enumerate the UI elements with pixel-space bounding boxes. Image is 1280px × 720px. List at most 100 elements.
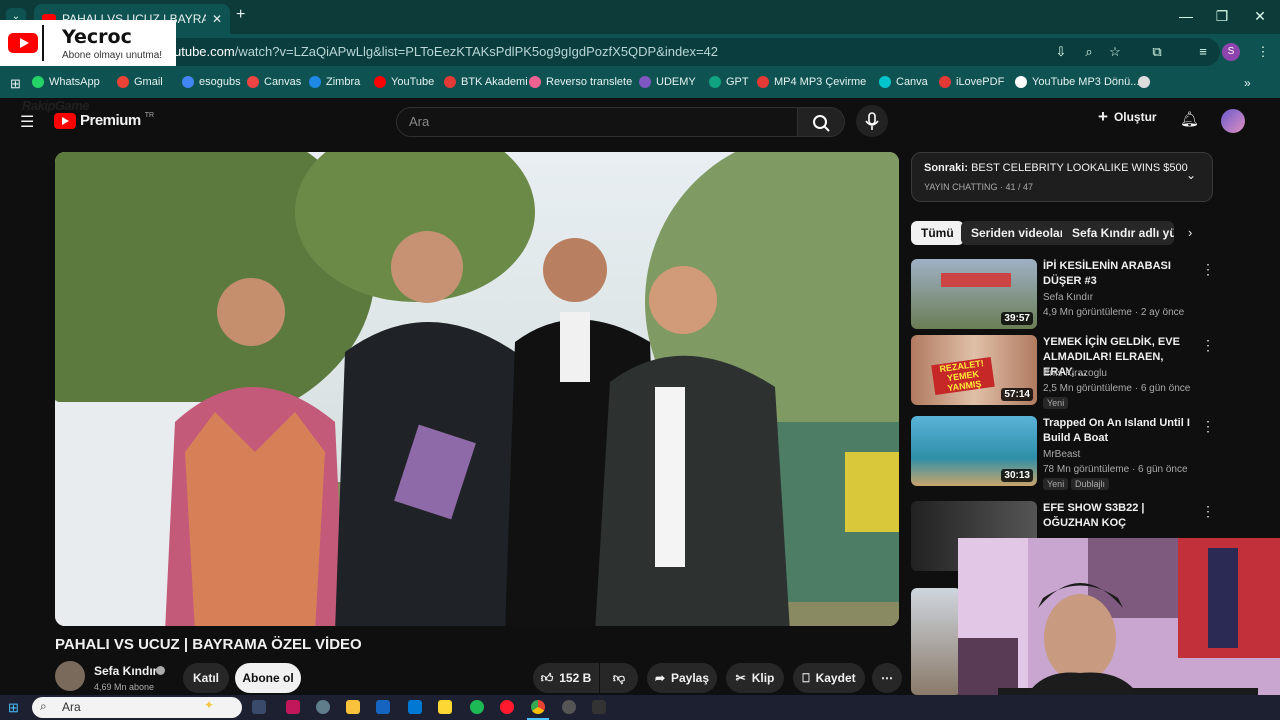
hamburger-menu-icon[interactable]: ☰: [20, 112, 34, 132]
list-item[interactable]: REZALET! YEMEK YANMIŞ 57:14 YEMEK İÇİN G…: [911, 335, 1215, 409]
more-vert-icon[interactable]: ⋮: [1201, 261, 1215, 278]
share-button[interactable]: ➦ Paylaş: [647, 663, 717, 693]
bookmark-item[interactable]: Zimbra: [309, 76, 360, 88]
channel-name[interactable]: Sefa Kındır: [94, 664, 157, 678]
mail-icon[interactable]: [408, 700, 422, 714]
apps-grid-icon[interactable]: ⊞: [10, 76, 21, 92]
close-tab-icon[interactable]: ✕: [212, 12, 222, 26]
list-item[interactable]: 30:13 Trapped On An Island Until I Build…: [911, 416, 1215, 490]
spotify-icon[interactable]: [470, 700, 484, 714]
new-tab-button[interactable]: +: [236, 6, 245, 24]
save-button[interactable]: ⎕ Kaydet: [793, 663, 865, 693]
more-vert-icon[interactable]: ⋮: [1201, 418, 1215, 435]
bookmark-item[interactable]: UDEMY: [639, 76, 696, 88]
bookmark-item[interactable]: Reverso translete: [529, 76, 632, 88]
stream-channel-overlay: Yecroc Abone olmayı unutma!: [0, 20, 176, 66]
verified-icon: [156, 666, 165, 675]
subscribe-button[interactable]: Abone ol: [235, 663, 301, 693]
search-input[interactable]: Ara: [396, 107, 798, 137]
playlist-up-next-panel[interactable]: Sonraki: BEST CELEBRITY LOOKALIKE WINS $…: [911, 152, 1213, 202]
bookmark-label: MP4 MP3 Çevirme: [774, 76, 867, 88]
extensions-icon[interactable]: ⧉: [1148, 43, 1166, 61]
bookmark-favicon-icon: [182, 76, 194, 88]
chip-all[interactable]: Tümü: [911, 221, 964, 245]
settings-gear-icon[interactable]: [316, 700, 330, 714]
chrome-icon[interactable]: [531, 700, 545, 714]
region-label: TR: [144, 112, 155, 119]
list-item[interactable]: 39:57 İPİ KESİLENİN ARABASI DÜŞER #3 Sef…: [911, 259, 1215, 331]
globe-icon[interactable]: [1138, 76, 1150, 88]
browser-menu-icon[interactable]: ⋮: [1254, 43, 1272, 61]
like-button[interactable]: 👍︎ 152 B: [533, 663, 599, 693]
bookmark-favicon-icon: [879, 76, 891, 88]
url-domain: utube.com: [174, 44, 235, 59]
app-icon[interactable]: [562, 700, 576, 714]
create-button[interactable]: + Oluştur: [1098, 107, 1157, 127]
webcam-overlay: [958, 538, 1280, 720]
bookmark-star-icon[interactable]: ☆: [1106, 43, 1124, 61]
bookmark-item[interactable]: WhatsApp: [32, 76, 100, 88]
maximize-button[interactable]: ❐: [1210, 6, 1234, 26]
bookmark-item[interactable]: YouTube: [374, 76, 434, 88]
opera-icon[interactable]: [500, 700, 514, 714]
chevron-right-icon[interactable]: ›: [1188, 225, 1192, 240]
bookmark-item[interactable]: Canva: [879, 76, 928, 88]
sticky-notes-icon[interactable]: [438, 700, 452, 714]
file-explorer-icon[interactable]: [346, 700, 360, 714]
channel-avatar[interactable]: [55, 661, 85, 691]
video-thumbnail[interactable]: [911, 588, 961, 695]
media-control-icon[interactable]: ≡: [1194, 43, 1212, 61]
bookmark-label: GPT: [726, 76, 749, 88]
search-icon: ⌕: [40, 699, 47, 713]
bookmark-item[interactable]: Gmail: [117, 76, 163, 88]
voice-search-button[interactable]: [856, 105, 888, 137]
bookmark-label: YouTube MP3 Dönü...: [1032, 76, 1140, 88]
join-button[interactable]: Katıl: [183, 663, 229, 693]
windows-start-icon[interactable]: ⊞: [8, 700, 19, 716]
thumbs-up-icon: 👍︎: [540, 670, 554, 685]
zoom-icon[interactable]: ⌕: [1080, 43, 1098, 61]
webcam-feed: [958, 538, 1280, 720]
install-app-icon[interactable]: ⇩: [1052, 43, 1070, 61]
bookmark-item[interactable]: iLovePDF: [939, 76, 1004, 88]
bookmark-item[interactable]: GPT: [709, 76, 749, 88]
more-vert-icon[interactable]: ⋮: [1201, 503, 1215, 520]
app-icon[interactable]: [592, 700, 606, 714]
close-window-button[interactable]: ✕: [1248, 6, 1272, 26]
minimize-button[interactable]: —: [1174, 6, 1198, 26]
account-avatar[interactable]: [1221, 109, 1245, 133]
up-next-prefix: Sonraki:: [924, 162, 969, 174]
dubbed-badge: Dublajlı: [1071, 478, 1110, 490]
bookmark-item[interactable]: Canvas: [247, 76, 301, 88]
chip-series-videos[interactable]: Seriden videolar: [961, 221, 1075, 245]
bookmark-label: esogubs: [199, 76, 241, 88]
video-title: PAHALI VS UCUZ | BAYRAMA ÖZEL VİDEO: [55, 636, 362, 653]
app-icon[interactable]: [286, 700, 300, 714]
more-vert-icon[interactable]: ⋮: [1201, 337, 1215, 354]
chevron-down-icon[interactable]: ⌄: [1186, 168, 1196, 182]
up-next-title: BEST CELEBRITY LOOKALIKE WINS $500: [971, 162, 1188, 174]
task-view-icon[interactable]: [252, 700, 266, 714]
video-duration: 39:57: [1001, 312, 1033, 325]
bookmark-item[interactable]: esogubs: [182, 76, 241, 88]
scissors-icon: ✂: [735, 671, 746, 685]
clip-button[interactable]: ✂ Klip: [726, 663, 784, 693]
bookmark-item[interactable]: BTK Akademi: [444, 76, 528, 88]
bookmark-item[interactable]: MP4 MP3 Çevirme: [757, 76, 866, 88]
bookmark-favicon-icon: [309, 76, 321, 88]
dislike-button[interactable]: 👎︎: [600, 663, 638, 693]
notifications-bell-icon[interactable]: 🔔︎: [1180, 110, 1199, 128]
youtube-premium-logo[interactable]: Premium TR: [54, 112, 154, 129]
profile-avatar[interactable]: S: [1222, 43, 1240, 61]
video-player[interactable]: [55, 152, 899, 626]
search-button[interactable]: [797, 107, 845, 137]
bookmark-label: Zimbra: [326, 76, 361, 88]
chip-channel-uploads[interactable]: Sefa Kındır adlı yükle: [1062, 221, 1174, 245]
more-actions-button[interactable]: ⋯: [872, 663, 902, 693]
more-bookmarks-icon[interactable]: »: [1244, 76, 1251, 90]
app-icon[interactable]: [376, 700, 390, 714]
rec-title: Trapped On An Island Until I Build A Boa…: [1043, 417, 1190, 444]
clip-label: Klip: [751, 671, 775, 685]
bookmark-item[interactable]: YouTube MP3 Dönü...: [1015, 76, 1139, 88]
bookmark-label: Gmail: [134, 76, 163, 88]
